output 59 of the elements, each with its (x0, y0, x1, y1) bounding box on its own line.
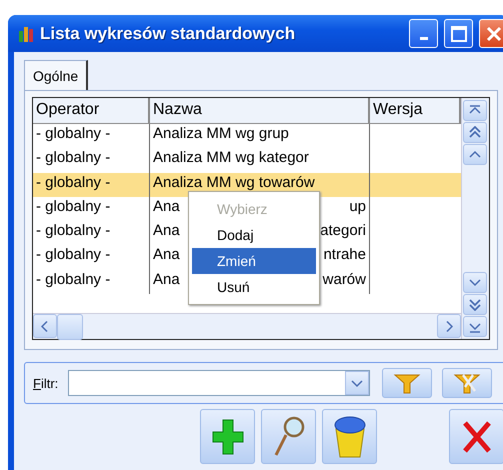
table-cell-text: Analiza MM wg grup (153, 125, 289, 144)
maximize-icon (450, 24, 468, 42)
table-row[interactable]: - globalny - Analiza MM wg grup (33, 124, 461, 148)
trash-bin-icon (332, 414, 366, 458)
chart-icon (18, 24, 34, 42)
table-cell-text: - globalny - (36, 198, 110, 217)
delete-button[interactable] (322, 409, 377, 464)
menu-item[interactable]: Usuń (192, 274, 316, 300)
table-cell-text: warów (322, 270, 366, 290)
tab[interactable]: Ogólne (24, 60, 88, 90)
first-record-button[interactable] (463, 100, 487, 121)
scroll-left-button[interactable] (33, 314, 57, 338)
table-cell-text: ategori (320, 222, 366, 242)
scroll-down-button[interactable] (463, 272, 487, 293)
column-header[interactable]: Nazwa (150, 98, 370, 123)
table-cell-text: Ana (153, 198, 180, 217)
filter-button[interactable] (382, 368, 432, 398)
minimize-button[interactable] (409, 19, 438, 48)
window-title: Lista wykresów standardowych (40, 24, 296, 44)
scrollbar-thumb[interactable] (57, 314, 83, 340)
plus-icon (210, 418, 244, 456)
magnifier-icon (272, 414, 306, 458)
table-cell-text: - globalny - (36, 222, 110, 242)
chevron-icon (469, 126, 481, 139)
table-cell-text: Ana (153, 222, 180, 242)
table-row[interactable]: - globalny - Analiza MM wg towarów (33, 172, 461, 197)
search-button[interactable] (261, 409, 316, 464)
chevron-icon (469, 298, 481, 311)
table-cell-text: - globalny - (36, 246, 110, 266)
table-cell-text: up (349, 198, 366, 217)
table-cell-text: - globalny - (36, 270, 110, 290)
funnel-tools-icon (453, 372, 482, 394)
table-cell-text: Analiza MM wg kategor (153, 149, 309, 168)
filter-settings-button[interactable] (442, 368, 492, 398)
table-cell-text: - globalny - (36, 149, 110, 168)
close-button[interactable] (449, 409, 503, 464)
page-down-button[interactable] (463, 294, 487, 315)
add-button[interactable] (200, 409, 255, 464)
last-record-button[interactable] (463, 316, 487, 337)
table-cell-text: Analiza MM wg towarów (153, 174, 315, 193)
chevron-icon (445, 320, 453, 332)
table-cell-text: Ana (153, 246, 180, 266)
menu-item[interactable]: Zmień (192, 248, 316, 274)
filter-combobox[interactable] (68, 370, 370, 396)
funnel-icon (393, 372, 422, 394)
scroll-up-button[interactable] (463, 144, 487, 165)
minimize-icon (420, 37, 428, 40)
chevron-icon (41, 320, 49, 332)
menu-item[interactable]: Dodaj (192, 222, 316, 248)
scroll-right-button[interactable] (437, 314, 461, 338)
close-icon (484, 24, 502, 42)
filter-label: Filtr: (33, 376, 58, 390)
page-up-button[interactable] (463, 122, 487, 143)
table-cell-text: - globalny - (36, 174, 110, 193)
table-cell-text: Ana (153, 270, 180, 290)
maximize-button[interactable] (444, 19, 473, 48)
column-header[interactable]: Operator (33, 98, 150, 123)
table-cell-text: ntrahe (323, 246, 366, 266)
table-cell-text: - globalny - (36, 125, 110, 144)
